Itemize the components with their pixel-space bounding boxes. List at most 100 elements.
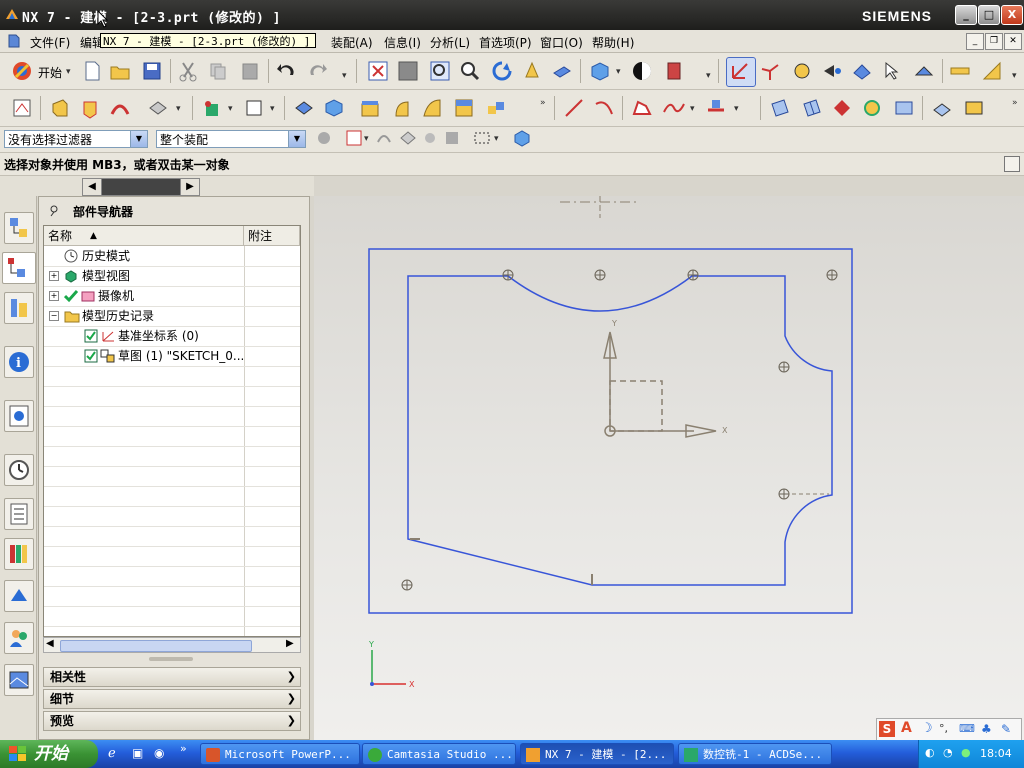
menu-assembly[interactable]: 装配(A) [331,34,373,51]
save-icon[interactable] [140,59,164,83]
select-arrow-icon[interactable] [880,59,904,83]
menu-window[interactable]: 窗口(O) [540,34,583,51]
mdi-close-button[interactable]: ✕ [1004,33,1022,50]
ime-skin-icon[interactable]: ♣ [981,722,992,736]
sweep-icon[interactable] [108,96,132,120]
checkbox-checked-icon[interactable] [84,349,98,363]
revolve-icon[interactable] [78,96,102,120]
scroll-thumb[interactable] [60,640,252,652]
minimize-button[interactable]: _ [955,5,977,25]
copy-icon[interactable] [206,59,230,83]
select-body-icon[interactable] [850,59,874,83]
edge-blend-icon[interactable] [358,96,382,120]
render-style-icon[interactable] [588,59,612,83]
start-menu-button[interactable]: 开始 [38,64,62,81]
column-header-name[interactable]: 名称 ▲ [44,226,244,246]
fit-view-icon[interactable] [366,59,390,83]
zoom-window-icon[interactable] [396,59,420,83]
bridge-surface-icon[interactable] [860,96,884,120]
ime-settings-icon[interactable]: ✎ [1001,722,1011,736]
rotate-icon[interactable] [490,59,514,83]
arc-icon[interactable] [592,96,616,120]
start-button[interactable]: 开始 [0,740,98,768]
panel-dependencies[interactable]: 相关性 ❯ [43,667,301,687]
mesh-surface-icon[interactable] [800,96,824,120]
ime-punct-icon[interactable]: °, [939,722,948,735]
splitter-handle[interactable] [149,657,193,661]
pan-icon[interactable] [520,59,544,83]
part-navigator-icon[interactable] [2,252,36,284]
datum-plane-icon[interactable] [242,96,266,120]
ime-mode-icon[interactable]: A [901,720,912,736]
select-feature-icon[interactable] [820,59,844,83]
menu-file[interactable]: 文件(F) [30,34,70,51]
history-clock-icon[interactable] [4,454,34,486]
tree-row-cameras[interactable]: + 摄像机 [44,286,300,307]
zoom-icon[interactable] [428,59,452,83]
panel-preview[interactable]: 预览 ❯ [43,711,301,731]
sketch-canvas[interactable]: Y X Y X [314,196,1024,740]
palette-icon[interactable] [4,538,34,570]
ie-icon[interactable]: ℯ [108,746,116,761]
checkbox-checked-icon[interactable] [84,329,98,343]
paste-icon[interactable] [238,59,262,83]
cut-icon[interactable] [176,59,200,83]
panel-details[interactable]: 细节 ❯ [43,689,301,709]
sketch-icon[interactable] [10,96,34,120]
hole-icon[interactable] [146,96,170,120]
media-icon[interactable]: ◉ [154,746,164,760]
measure-angle-icon[interactable] [980,59,1004,83]
tree-horizontal-scrollbar[interactable]: ◀ ▶ [43,637,301,653]
show-hide-icon[interactable] [912,59,936,83]
shading-icon[interactable] [630,59,654,83]
part-filter-icon[interactable] [398,128,418,148]
system-scene-icon[interactable] [4,664,34,696]
spline-icon[interactable] [662,96,686,120]
close-button[interactable]: X [1001,5,1023,25]
roles-icon[interactable] [4,622,34,654]
open-folder-icon[interactable] [108,59,132,83]
extrude-icon[interactable] [48,96,72,120]
scroll-right-button[interactable]: ▶ [180,178,200,196]
tray-network-icon[interactable]: ◐ [925,746,935,759]
mdi-minimize-button[interactable]: _ [966,33,984,50]
body-select-icon[interactable] [512,128,532,148]
offset-surface-icon[interactable] [892,96,916,120]
task-camtasia[interactable]: Camtasia Studio ... [362,743,516,765]
surface-icon[interactable] [768,96,792,120]
ime-toolbar[interactable]: S A ☽ °, ⌨ ♣ ✎ [876,718,1022,742]
tree-row-model-views[interactable]: + 模型视图 [44,266,300,287]
trim-body-icon[interactable] [930,96,954,120]
menu-info[interactable]: 信息(I) [384,34,421,51]
menu-analysis[interactable]: 分析(L) [430,34,470,51]
expand-icon[interactable]: + [49,291,59,301]
assembly-scope-dropdown[interactable]: 整个装配 ▼ [156,130,306,148]
assembly-navigator-icon[interactable] [4,212,34,244]
quick-launch-more-icon[interactable]: » [180,742,187,755]
gear-filter-icon[interactable] [314,128,334,148]
collapse-icon[interactable]: − [49,311,59,321]
scroll-left-button[interactable]: ◀ [82,178,102,196]
task-acdsee[interactable]: 数控铣-1 - ACDSe... [678,743,832,765]
zoom-in-out-icon[interactable] [458,59,482,83]
tree-row-datum-csys[interactable]: 基准坐标系 (0) [44,326,300,347]
tree-row-history-mode[interactable]: 历史模式 [44,246,300,267]
measure-distance-icon[interactable] [948,59,972,83]
wave-link-icon[interactable] [442,128,462,148]
datum-point-icon[interactable] [200,96,224,120]
box-select-icon[interactable] [472,128,492,148]
shell-icon[interactable] [420,96,444,120]
mdi-restore-button[interactable]: ❐ [985,33,1003,50]
menu-help[interactable]: 帮助(H) [592,34,634,51]
maximize-button[interactable]: □ [978,5,1000,25]
link-icon[interactable] [374,128,394,148]
selection-filter-dropdown[interactable]: 没有选择过滤器 ▼ [4,130,148,148]
reuse-library-icon[interactable] [4,292,34,324]
unite-icon[interactable] [292,96,316,120]
expand-icon[interactable]: + [49,271,59,281]
section-view-icon[interactable] [662,59,686,83]
process-studio-icon[interactable] [4,580,34,612]
tree-row-sketch[interactable]: 草图 (1) "SKETCH_0... [44,346,300,367]
redo-icon[interactable] [306,59,330,83]
wcs-icon[interactable] [726,57,756,87]
